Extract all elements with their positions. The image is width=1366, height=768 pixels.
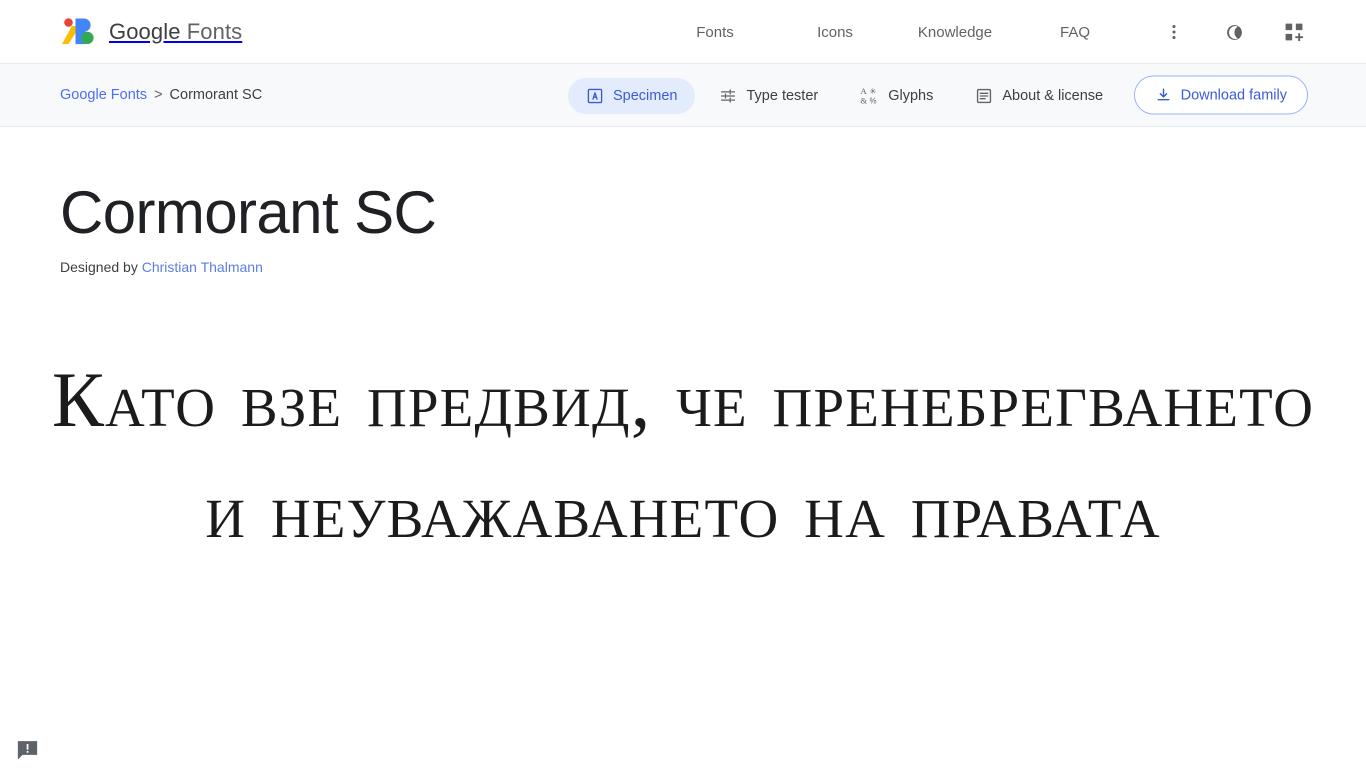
page-body: Cormorant SC Designed by Christian Thalm… — [0, 127, 1366, 768]
designed-by-label: Designed by — [60, 258, 142, 275]
glyphs-icon: A ✳ & % — [860, 86, 879, 105]
nav-slot-icons: Icons — [775, 16, 895, 49]
svg-text:%: % — [870, 96, 877, 105]
nav-slot-knowledge: Knowledge — [895, 16, 1015, 49]
article-icon — [975, 87, 993, 105]
more-options-icon[interactable] — [1160, 18, 1188, 46]
tab-glyphs[interactable]: A ✳ & % Glyphs — [842, 78, 951, 114]
breadcrumb-root-link[interactable]: Google Fonts — [60, 87, 147, 103]
specimen-icon — [586, 87, 604, 105]
tab-about-license[interactable]: About & license — [957, 78, 1121, 114]
main-navigation: Fonts Icons Knowledge FAQ — [655, 0, 1135, 64]
dark-mode-icon[interactable] — [1220, 18, 1248, 46]
download-icon — [1155, 87, 1172, 104]
apps-add-icon[interactable] — [1280, 18, 1308, 46]
sub-header: Google Fonts > Cormorant SC Specimen Typ… — [0, 64, 1366, 127]
tab-about-license-label: About & license — [1002, 87, 1104, 104]
designer-link[interactable]: Christian Thalmann — [142, 259, 263, 275]
top-header: Google Fonts Fonts Icons Knowledge FAQ — [0, 0, 1366, 64]
feedback-icon[interactable] — [16, 740, 39, 760]
nav-item-fonts[interactable]: Fonts — [696, 16, 734, 49]
google-fonts-logo-icon — [60, 16, 96, 48]
download-family-label: Download family — [1180, 87, 1287, 103]
nav-item-knowledge[interactable]: Knowledge — [918, 16, 992, 49]
svg-text:✳: ✳ — [870, 87, 877, 96]
page-title: Cormorant SC — [60, 179, 437, 246]
google-fonts-brand[interactable]: Google Fonts — [60, 16, 242, 48]
breadcrumb-separator: > — [154, 87, 163, 103]
tab-specimen-label: Specimen — [613, 87, 678, 104]
tab-type-tester[interactable]: Type tester — [701, 78, 836, 114]
nav-item-faq[interactable]: FAQ — [1060, 16, 1090, 49]
tab-type-tester-label: Type tester — [746, 87, 819, 104]
breadcrumb: Google Fonts > Cormorant SC — [60, 87, 262, 103]
breadcrumb-current: Cormorant SC — [169, 87, 263, 103]
brand-text: Google Fonts — [109, 19, 242, 45]
specimen-tabs: Specimen Type tester A ✳ & % Glyphs Abou… — [568, 64, 1121, 127]
header-actions — [1160, 0, 1308, 64]
tab-specimen[interactable]: Specimen — [568, 77, 696, 114]
brand-text-bold: Google — [109, 18, 181, 44]
svg-text:A: A — [861, 86, 868, 96]
download-family-button[interactable]: Download family — [1133, 75, 1308, 115]
nav-item-icons[interactable]: Icons — [817, 16, 853, 49]
nav-slot-fonts: Fonts — [655, 16, 775, 49]
designer-credit: Designed by Christian Thalmann — [60, 259, 1366, 275]
brand-text-light: Fonts — [180, 18, 243, 44]
tab-glyphs-label: Glyphs — [888, 87, 934, 104]
nav-slot-faq: FAQ — [1015, 16, 1135, 49]
specimen-preview-text: Като взе предвид, че пренебрегването и н… — [51, 355, 1315, 554]
svg-text:&: & — [861, 95, 868, 105]
tune-icon — [719, 87, 737, 105]
